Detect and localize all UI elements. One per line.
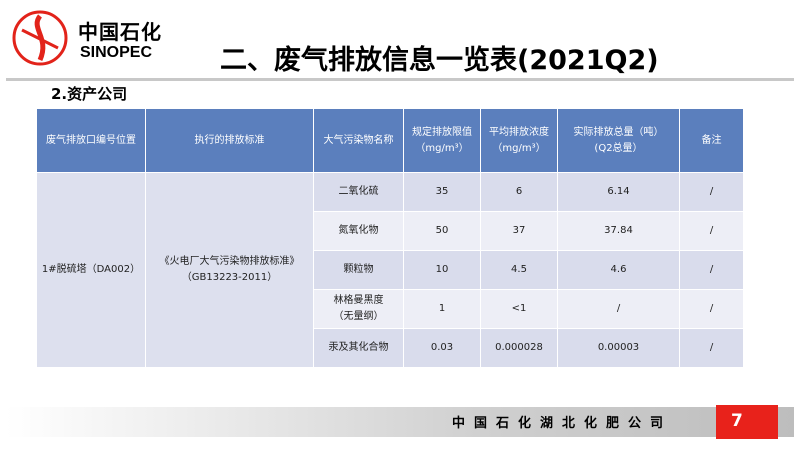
header-divider: [6, 78, 794, 81]
note-cell: /: [679, 289, 744, 329]
pollutant-cell: 林格曼黑度 （无量纲）: [313, 289, 404, 329]
limit-cell: 35: [403, 172, 481, 212]
outlet-cell: 1#脱硫塔（DA002）: [36, 172, 146, 368]
cell-text-line: 备注: [701, 134, 722, 146]
avg-cell: <1: [480, 289, 558, 329]
cell-text-line: （mg/m³）: [492, 142, 546, 154]
cell-text-line: （mg/m³）: [415, 142, 469, 154]
note-cell: /: [679, 250, 744, 290]
cell-text-line: （无量纲）: [333, 311, 384, 322]
note-cell: /: [679, 211, 744, 251]
emission-table: 废气排放口编号位置 执行的排放标准 大气污染物名称 规定排放限值 （mg/m³） 平均排放…: [36, 108, 744, 368]
cell-text-line: （GB13223-2011）: [181, 272, 278, 283]
avg-cell: 0.000028: [480, 328, 558, 368]
avg-cell: 6: [480, 172, 558, 212]
footer-bar: [6, 407, 794, 437]
section-title: 2.资产公司: [51, 85, 128, 103]
page-title: 二、废气排放信息一览表(2021Q2): [220, 45, 659, 76]
logo-text-en: SINOPEC: [80, 44, 153, 61]
cell-text-line: 实际排放总量（吨）: [573, 126, 664, 138]
cell-text-line: 氮氧化物: [338, 225, 379, 236]
total-cell: 37.84: [557, 211, 680, 251]
page-number-badge: [716, 405, 778, 439]
cell-text-line: 废气排放口编号位置: [46, 134, 136, 146]
pollutant-cell: 二氧化硫: [313, 172, 404, 212]
cell-text-line: 大气污染物名称: [323, 134, 394, 146]
pollutant-cell: 汞及其化合物: [313, 328, 404, 368]
table-row: 1#脱硫塔（DA002） 《火电厂大气污染物排放标准》 （GB13223-2011）…: [36, 172, 744, 368]
sinopec-logo: 中国石化 SINOPEC: [10, 8, 170, 70]
cell-text-line: 平均排放浓度: [489, 126, 549, 138]
header-avg-concentration: 平均排放浓度 （mg/m³）: [480, 108, 558, 173]
total-cell: 4.6: [557, 250, 680, 290]
header-total-emission: 实际排放总量（吨） (Q2总量）: [557, 108, 680, 173]
total-cell: 0.00003: [557, 328, 680, 368]
header-limit: 规定排放限值 （mg/m³）: [403, 108, 481, 173]
limit-cell: 0.03: [403, 328, 481, 368]
page-number: 7: [731, 411, 743, 431]
standard-cell: 《火电厂大气污染物排放标准》 （GB13223-2011）: [145, 172, 314, 368]
note-cell: /: [679, 172, 744, 212]
note-cell: /: [679, 328, 744, 368]
cell-text-line: 《火电厂大气污染物排放标准》: [159, 256, 300, 267]
pollutant-cell: 颗粒物: [313, 250, 404, 290]
avg-cell: 37: [480, 211, 558, 251]
cell-text-line: 二氧化硫: [338, 186, 379, 197]
total-cell: /: [557, 289, 680, 329]
cell-text-line: 规定排放限值: [412, 126, 472, 138]
cell-text-line: 林格曼黑度: [333, 295, 384, 306]
cell-text-line: 汞及其化合物: [328, 342, 389, 353]
table-body: 1#脱硫塔（DA002） 《火电厂大气污染物排放标准》 （GB13223-2011）…: [36, 172, 744, 368]
table-header-row: 废气排放口编号位置 执行的排放标准 大气污染物名称 规定排放限值 （mg/m³） 平均排放…: [36, 108, 744, 173]
footer-company-name: 中国石化湖北化肥公司: [452, 416, 673, 431]
pollutant-cell: 氮氧化物: [313, 211, 404, 251]
limit-cell: 50: [403, 211, 481, 251]
cell-text-line: 颗粒物: [343, 264, 374, 275]
header-remarks: 备注: [679, 108, 744, 173]
limit-cell: 10: [403, 250, 481, 290]
header-outlet: 废气排放口编号位置: [36, 108, 146, 173]
total-cell: 6.14: [557, 172, 680, 212]
header-standard: 执行的排放标准: [145, 108, 314, 173]
limit-cell: 1: [403, 289, 481, 329]
avg-cell: 4.5: [480, 250, 558, 290]
cell-text-line: (Q2总量）: [594, 142, 643, 154]
cell-text-line: 执行的排放标准: [194, 134, 265, 146]
header-pollutant: 大气污染物名称: [313, 108, 404, 173]
sinopec-logo-icon: [12, 10, 68, 66]
logo-text-cn: 中国石化: [78, 20, 162, 44]
